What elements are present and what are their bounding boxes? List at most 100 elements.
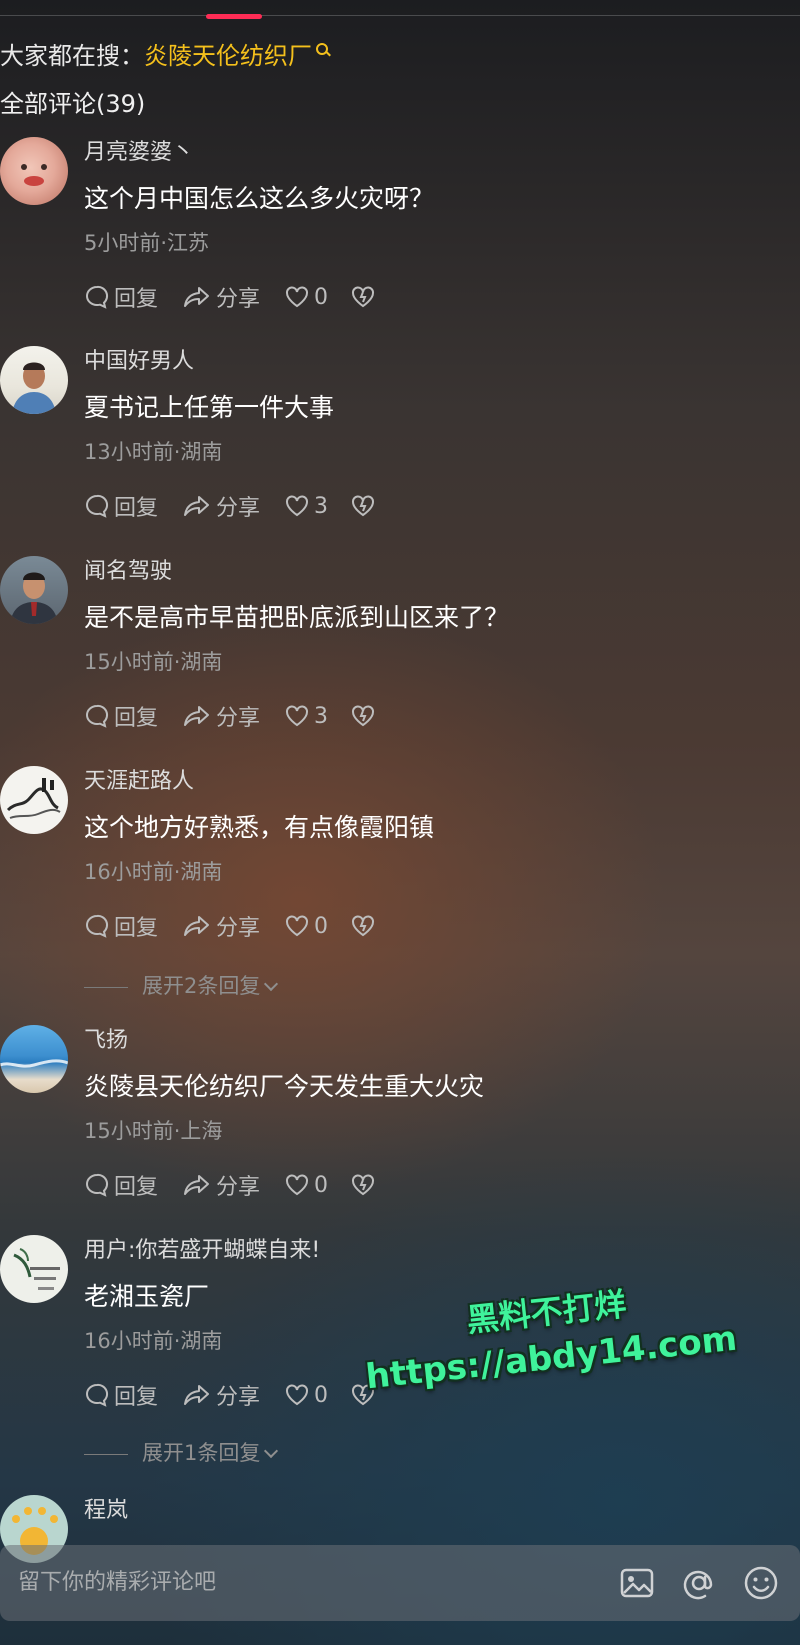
heart-icon <box>286 915 309 937</box>
like-button[interactable]: 0 <box>284 281 328 313</box>
expand-replies-label: 展开1条回复 <box>142 1441 261 1465</box>
dislike-button[interactable] <box>350 1169 380 1201</box>
image-icon[interactable] <box>618 1564 656 1602</box>
like-count: 0 <box>314 1172 329 1198</box>
search-keyword[interactable]: 炎陵天伦纺织厂 <box>144 42 312 70</box>
comment-actions: 回复 分享 0 <box>84 281 404 313</box>
reply-label: 回复 <box>114 1175 159 1200</box>
share-button[interactable]: 分享 <box>182 281 260 313</box>
comment-username[interactable]: 飞扬 <box>84 1025 128 1057</box>
heart-icon <box>286 495 309 517</box>
comment-username[interactable]: 天涯赶路人 <box>84 766 194 798</box>
comment-text: 炎陵县天伦纺织厂今天发生重大火灾 <box>84 1072 485 1101</box>
reply-button[interactable]: 回复 <box>84 910 158 942</box>
avatar[interactable] <box>0 1235 68 1303</box>
reply-button[interactable]: 回复 <box>84 490 158 522</box>
broken-heart-icon <box>352 1174 375 1196</box>
search-suggestion[interactable]: 大家都在搜：炎陵天伦纺织厂 <box>0 38 331 74</box>
comment-text: 夏书记上任第一件大事 <box>84 393 335 422</box>
comment-username[interactable]: 闻名驾驶 <box>84 556 172 588</box>
share-label: 分享 <box>216 496 261 521</box>
comment-username[interactable]: 用户:你若盛开蝴蝶自来! <box>84 1235 320 1267</box>
chevron-down-icon <box>264 976 279 992</box>
divider-line <box>84 1453 128 1455</box>
comment-meta: 13小时前·湖南 <box>84 440 223 464</box>
comment-item: 飞扬 炎陵县天伦纺织厂今天发生重大火灾 15小时前·上海 回复 分享 0 <box>0 1025 800 1205</box>
avatar[interactable] <box>0 766 68 834</box>
reply-label: 回复 <box>114 916 159 941</box>
comment-meta: 16小时前·湖南 <box>84 1329 223 1353</box>
like-button[interactable]: 0 <box>284 910 328 942</box>
comment-actions: 回复 分享 3 <box>84 700 404 732</box>
magnifier-icon <box>315 38 331 58</box>
reply-button[interactable]: 回复 <box>84 1379 158 1411</box>
comment-item: 中国好男人 夏书记上任第一件大事 13小时前·湖南 回复 分享 3 <box>0 346 800 526</box>
reply-button[interactable]: 回复 <box>84 281 158 313</box>
like-button[interactable]: 0 <box>284 1379 328 1411</box>
broken-heart-icon <box>352 915 375 937</box>
share-button[interactable]: 分享 <box>182 1169 260 1201</box>
dislike-button[interactable] <box>350 910 380 942</box>
comment-text: 老湘玉瓷厂 <box>84 1282 210 1311</box>
comment-bubble-icon <box>86 1173 109 1197</box>
comment-item: 天涯赶路人 这个地方好熟悉，有点像霞阳镇 16小时前·湖南 回复 分享 0 展开… <box>0 766 800 1006</box>
heart-icon <box>286 705 309 727</box>
comment-input-bar[interactable]: 留下你的精彩评论吧 <box>0 1545 800 1621</box>
expand-replies-label: 展开2条回复 <box>142 974 261 998</box>
divider-line <box>84 986 128 988</box>
like-button[interactable]: 3 <box>284 490 328 522</box>
comment-meta: 16小时前·湖南 <box>84 860 223 884</box>
comment-username[interactable]: 程岚 <box>84 1495 128 1527</box>
broken-heart-icon <box>352 705 375 727</box>
heart-icon <box>286 286 309 308</box>
comments-count-title: 全部评论(39) <box>0 90 146 118</box>
like-count: 0 <box>314 913 329 939</box>
share-button[interactable]: 分享 <box>182 910 260 942</box>
comment-meta: 15小时前·湖南 <box>84 650 223 674</box>
dislike-button[interactable] <box>350 490 380 522</box>
like-button[interactable]: 0 <box>284 1169 328 1201</box>
share-button[interactable]: 分享 <box>182 1379 260 1411</box>
expand-replies-button[interactable]: 展开2条回复 <box>84 971 279 1001</box>
heart-icon <box>286 1174 309 1196</box>
comment-input-placeholder[interactable]: 留下你的精彩评论吧 <box>18 1545 216 1621</box>
avatar[interactable] <box>0 346 68 414</box>
at-icon[interactable] <box>680 1564 718 1602</box>
reply-button[interactable]: 回复 <box>84 1169 158 1201</box>
comment-username[interactable]: 月亮婆婆丶 <box>84 137 194 169</box>
like-count: 0 <box>314 1382 329 1408</box>
comment-actions: 回复 分享 0 <box>84 1379 404 1411</box>
reply-label: 回复 <box>114 287 159 312</box>
comment-item: 程岚 <box>0 1495 800 1563</box>
emoji-icon[interactable] <box>742 1564 780 1602</box>
broken-heart-icon <box>352 495 375 517</box>
comment-meta: 15小时前·上海 <box>84 1119 223 1143</box>
dislike-button[interactable] <box>350 700 380 732</box>
reply-button[interactable]: 回复 <box>84 700 158 732</box>
share-arrow-icon <box>184 706 210 726</box>
comment-item: 闻名驾驶 是不是高市早苗把卧底派到山区来了？ 15小时前·湖南 回复 分享 3 <box>0 556 800 736</box>
comment-bubble-icon <box>86 914 109 938</box>
avatar[interactable] <box>0 556 68 624</box>
expand-replies-button[interactable]: 展开1条回复 <box>84 1438 279 1468</box>
share-label: 分享 <box>216 287 261 312</box>
share-arrow-icon <box>184 916 210 936</box>
comment-text: 这个月中国怎么这么多火灾呀？ <box>84 184 435 213</box>
dislike-button[interactable] <box>350 281 380 313</box>
avatar[interactable] <box>0 1025 68 1093</box>
share-arrow-icon <box>184 1175 210 1195</box>
share-label: 分享 <box>216 1385 261 1410</box>
share-label: 分享 <box>216 1175 261 1200</box>
like-button[interactable]: 3 <box>284 700 328 732</box>
like-count: 0 <box>314 284 329 310</box>
comment-bubble-icon <box>86 1383 109 1407</box>
comment-meta: 5小时前·江苏 <box>84 231 210 255</box>
share-label: 分享 <box>216 916 261 941</box>
share-button[interactable]: 分享 <box>182 490 260 522</box>
like-count: 3 <box>314 703 329 729</box>
share-button[interactable]: 分享 <box>182 700 260 732</box>
comment-bubble-icon <box>86 285 109 309</box>
comment-username[interactable]: 中国好男人 <box>84 346 194 378</box>
avatar[interactable] <box>0 137 68 205</box>
chevron-down-icon <box>264 1443 279 1459</box>
